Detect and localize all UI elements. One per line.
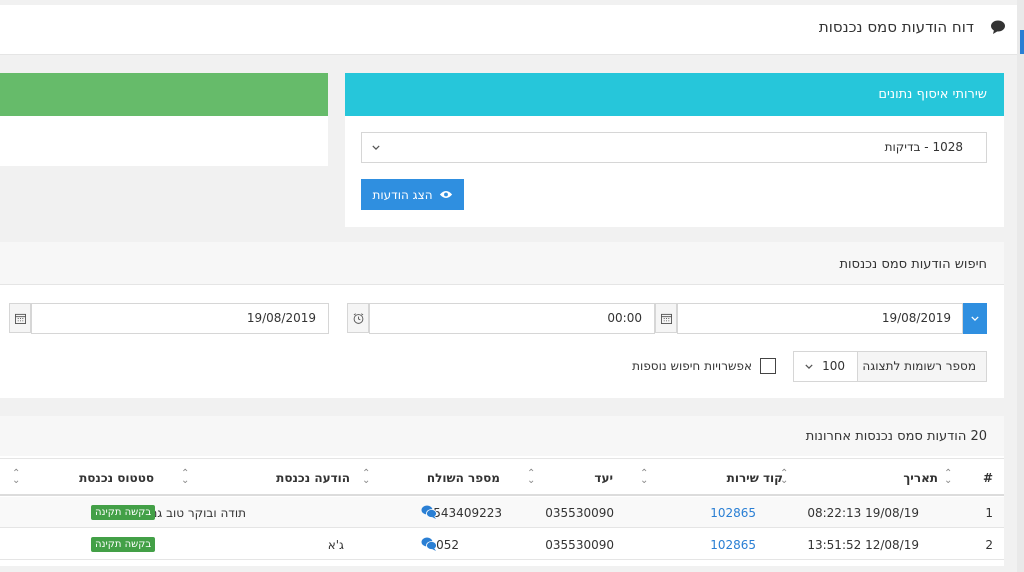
- column-header-num[interactable]: #: [983, 471, 993, 485]
- show-messages-label: הצג הודעות: [372, 187, 433, 202]
- row-target: 035530090: [545, 506, 614, 520]
- row-num: 1: [985, 506, 993, 520]
- services-panel-title: שירותי איסוף נתונים: [878, 87, 987, 102]
- status-badge: בקשה תקינה: [91, 537, 156, 552]
- chevron-down-icon: [372, 145, 380, 150]
- row-num: 2: [985, 538, 993, 552]
- row-service-link[interactable]: 102865: [710, 506, 756, 520]
- sort-icon[interactable]: ⌃ ⌄: [12, 469, 20, 486]
- more-options-label: אפשרויות חיפוש נוספות: [632, 359, 752, 373]
- chevron-down-icon: [805, 364, 813, 369]
- row-service-link[interactable]: 102865: [710, 538, 756, 552]
- sort-icon[interactable]: ⌃ ⌄: [527, 469, 535, 486]
- records-label: מספר רשומות לתצוגה: [862, 359, 976, 373]
- summary-panel-header: [0, 73, 328, 116]
- from-time-value: 00:00: [607, 311, 642, 325]
- sort-icon[interactable]: ⌃ ⌄: [780, 469, 788, 486]
- sort-icon[interactable]: ⌃ ⌄: [181, 469, 189, 486]
- scrollbar-thumb[interactable]: [1020, 30, 1024, 54]
- to-date-calendar[interactable]: [9, 303, 31, 333]
- show-messages-button[interactable]: הצג הודעות: [361, 179, 464, 210]
- more-options-checkbox[interactable]: [760, 358, 776, 374]
- from-date-value: 19/08/2019: [881, 311, 951, 325]
- column-header-target[interactable]: יעד: [594, 471, 613, 485]
- search-panel-title: חיפוש הודעות סמס נכנסות: [839, 257, 987, 272]
- from-date-calendar[interactable]: [655, 303, 677, 333]
- column-header-sender[interactable]: מספר השולח: [427, 471, 500, 485]
- from-time-clock[interactable]: [347, 303, 369, 333]
- calendar-icon: [14, 313, 26, 324]
- sort-icon[interactable]: ⌃ ⌄: [362, 469, 370, 486]
- row-date: 12/08/19 13:51:52: [807, 538, 919, 552]
- chat-icon[interactable]: [421, 537, 437, 551]
- date-range-toggle[interactable]: [963, 303, 987, 334]
- eye-icon: [439, 191, 452, 198]
- comment-icon: [991, 20, 1005, 34]
- records-select-value: 100: [822, 359, 845, 373]
- row-message: ג'א: [327, 538, 344, 552]
- chevron-down-icon: [971, 316, 979, 321]
- column-header-date[interactable]: תאריך: [903, 471, 938, 485]
- sort-icon[interactable]: ⌃ ⌄: [944, 469, 952, 486]
- column-header-message[interactable]: הודעה נכנסת: [276, 471, 350, 485]
- column-header-service[interactable]: קוד שירות: [727, 471, 783, 485]
- sort-icon[interactable]: ⌃ ⌄: [640, 469, 648, 486]
- page-title: דוח הודעות סמס נכנסות: [818, 18, 974, 36]
- results-title: 20 הודעות סמס נכנסות אחרונות: [805, 429, 987, 444]
- status-badge: בקשה תקינה: [91, 505, 156, 520]
- to-date-value: 19/08/2019: [246, 311, 316, 325]
- calendar-icon: [660, 313, 672, 324]
- row-sender: 0543409223: [425, 506, 502, 520]
- service-select-value: 1028 - בדיקות: [884, 140, 963, 154]
- clock-icon: [353, 312, 363, 324]
- row-date: 19/08/19 08:22:13: [807, 506, 919, 520]
- scrollbar-track[interactable]: [1017, 0, 1024, 572]
- row-sender: 052: [436, 538, 459, 552]
- chat-icon[interactable]: [421, 505, 437, 519]
- row-target: 035530090: [545, 538, 614, 552]
- column-header-status[interactable]: סטטוס נכנסת: [79, 471, 154, 485]
